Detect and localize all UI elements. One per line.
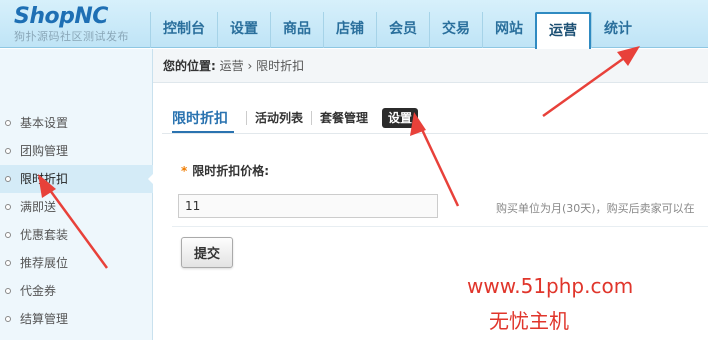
sidebar-item-label: 优惠套装 <box>20 228 69 242</box>
nav-operation[interactable]: 运营 <box>535 12 591 49</box>
sidebar-item-label: 推荐展位 <box>20 256 69 270</box>
nav-stats[interactable]: 统计 <box>591 12 644 48</box>
sidebar-item-label: 结算管理 <box>20 312 69 326</box>
sidebar-item-label: 代金券 <box>20 284 57 298</box>
sidebar-item-recommend-booth[interactable]: 推荐展位 <box>0 249 153 277</box>
sidebar-item-group-buy[interactable]: 团购管理 <box>0 137 153 165</box>
sidebar-item-bundle[interactable]: 优惠套装 <box>0 221 153 249</box>
bullet-icon <box>5 288 11 294</box>
sidebar-item-limited-discount[interactable]: 限时折扣 <box>0 165 154 193</box>
breadcrumb-separator: › <box>247 59 253 73</box>
logo-text: ShopNC <box>14 4 108 29</box>
sidebar-item-label: 满即送 <box>20 200 57 214</box>
submit-button[interactable]: 提交 <box>181 237 233 268</box>
sidebar-item-full-gift[interactable]: 满即送 <box>0 193 153 221</box>
nav-website[interactable]: 网站 <box>482 12 535 48</box>
breadcrumb-link-operation[interactable]: 运营 <box>220 59 244 73</box>
sidebar-item-basic-settings[interactable]: 基本设置 <box>0 109 153 137</box>
watermark-name: 无忧主机 <box>489 309 569 333</box>
bullet-icon <box>5 148 11 154</box>
sidebar-item-settlement[interactable]: 结算管理 <box>0 305 153 333</box>
bullet-icon <box>5 232 11 238</box>
required-mark: * <box>181 164 188 178</box>
nav-trade[interactable]: 交易 <box>429 12 482 48</box>
bullet-icon <box>5 204 11 210</box>
form-divider <box>172 226 708 227</box>
tab-activity-list[interactable]: 活动列表 <box>246 111 311 125</box>
bullet-icon <box>5 176 11 182</box>
nav-member[interactable]: 会员 <box>376 12 429 48</box>
sidebar: 基本设置 团购管理 限时折扣 满即送 优惠套装 推荐展位 代金券 结算管理 <box>0 49 154 340</box>
bullet-icon <box>5 260 11 266</box>
nav-store[interactable]: 店铺 <box>323 12 376 48</box>
sidebar-item-label: 基本设置 <box>20 116 69 130</box>
logo[interactable]: ShopNC 狗扑源码社区测试发布 <box>14 4 154 46</box>
sidebar-item-label: 团购管理 <box>20 144 69 158</box>
price-input[interactable] <box>178 194 438 218</box>
top-header: ShopNC 狗扑源码社区测试发布 控制台 设置 商品 店铺 会员 交易 网站 … <box>0 0 708 49</box>
price-label-text: 限时折扣价格: <box>192 164 270 178</box>
breadcrumb: 您的位置: 运营 › 限时折扣 <box>153 49 708 83</box>
price-hint: 购买单位为月(30天)，购买后卖家可以在 <box>496 202 695 215</box>
breadcrumb-current: 限时折扣 <box>256 59 305 73</box>
tab-bar: 限时折扣 活动列表 套餐管理 设置 <box>172 105 419 131</box>
breadcrumb-label: 您的位置: <box>163 59 216 73</box>
tab-package-management[interactable]: 套餐管理 <box>311 111 376 125</box>
watermark-url: www.51php.com <box>467 274 634 298</box>
tab-title-underline <box>172 131 234 133</box>
logo-subtitle: 狗扑源码社区测试发布 <box>14 30 129 43</box>
section-title: 限时折扣 <box>172 111 228 127</box>
bullet-icon <box>5 120 11 126</box>
main-nav: 控制台 设置 商品 店铺 会员 交易 网站 运营 统计 <box>150 12 644 49</box>
nav-console[interactable]: 控制台 <box>150 12 217 48</box>
nav-settings[interactable]: 设置 <box>217 12 270 48</box>
sidebar-item-voucher[interactable]: 代金券 <box>0 277 153 305</box>
sidebar-item-label: 限时折扣 <box>20 172 69 186</box>
bullet-icon <box>5 316 11 322</box>
price-label: * 限时折扣价格: <box>181 162 269 179</box>
tab-settings[interactable]: 设置 <box>382 108 419 128</box>
nav-goods[interactable]: 商品 <box>270 12 323 48</box>
tab-divider <box>162 133 708 134</box>
